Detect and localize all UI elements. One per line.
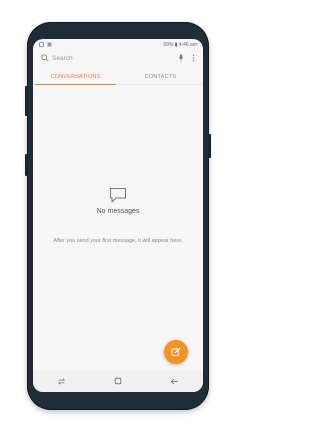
- message-bubble-icon: [109, 187, 127, 209]
- compose-button[interactable]: [164, 340, 188, 364]
- phone-volume-button: [25, 86, 28, 116]
- image-notification-icon: [47, 42, 52, 47]
- status-bar: 69% ▮ 4:46 am: [33, 39, 203, 50]
- search-bar[interactable]: Search: [38, 51, 198, 65]
- empty-state-title: No messages: [96, 208, 140, 215]
- status-icons-left: [39, 42, 52, 47]
- mic-icon[interactable]: [178, 54, 184, 62]
- empty-state-description: After you send your first message, it wi…: [53, 238, 183, 244]
- status-icons-right: 69% ▮ 4:46 am: [163, 42, 197, 48]
- phone-power-button: [208, 134, 211, 158]
- navigation-bar: [33, 370, 203, 392]
- phone-bixby-button: [25, 154, 28, 176]
- messages-screen: 69% ▮ 4:46 am Search CONVERSATIONS CONTA…: [33, 39, 203, 392]
- home-icon[interactable]: [114, 377, 122, 385]
- search-icon[interactable]: [41, 54, 49, 62]
- tab-bar: CONVERSATIONS CONTACTS: [33, 69, 203, 85]
- back-icon[interactable]: [170, 378, 179, 385]
- more-vert-icon[interactable]: [192, 54, 195, 62]
- tab-conversations[interactable]: CONVERSATIONS: [33, 69, 118, 85]
- notification-icon: [39, 42, 44, 47]
- tab-contacts[interactable]: CONTACTS: [118, 69, 203, 84]
- status-text: 69% ▮ 4:46 am: [163, 41, 197, 48]
- compose-icon: [171, 347, 181, 357]
- recent-apps-icon[interactable]: [57, 377, 66, 385]
- search-input[interactable]: Search: [52, 55, 73, 62]
